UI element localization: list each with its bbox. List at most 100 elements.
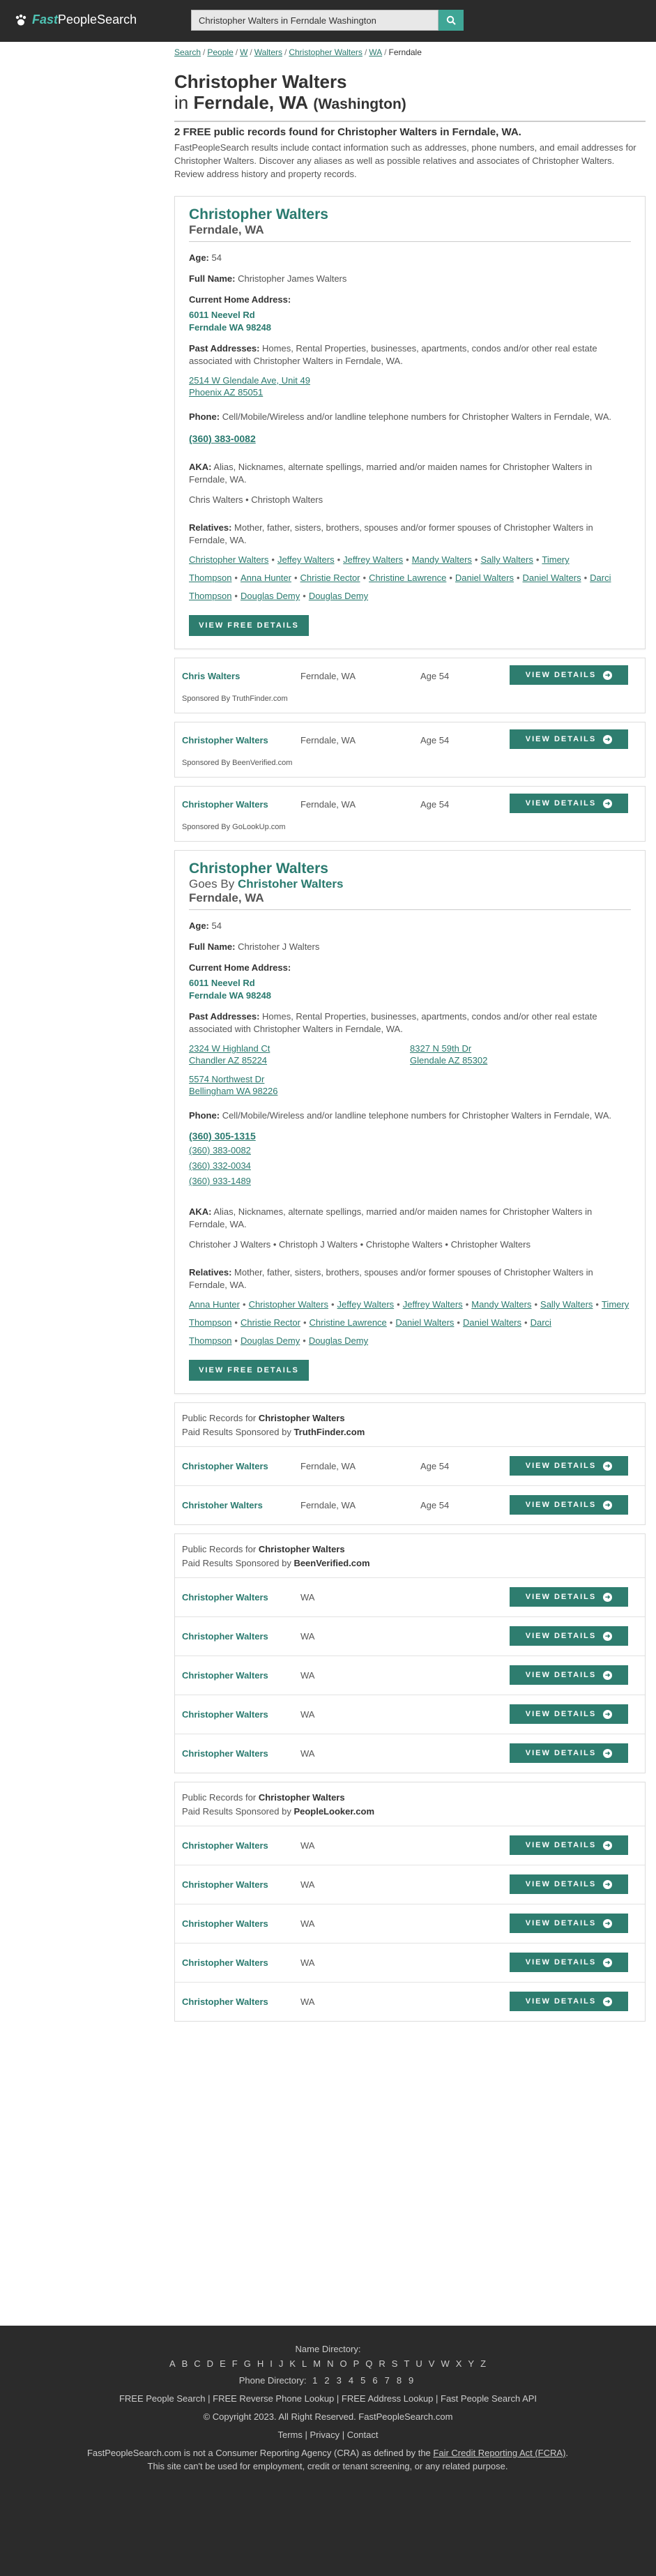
current-address-link[interactable]: 6011 Neevel Rd Ferndale WA 98248	[189, 309, 631, 334]
letter-link[interactable]: P	[353, 2358, 360, 2369]
view-details-button[interactable]: VIEW DETAILS ➜	[510, 1626, 628, 1646]
person-name-link[interactable]: Christopher Walters	[189, 861, 631, 877]
letter-link[interactable]: L	[302, 2358, 307, 2369]
phone-link[interactable]: (360) 383-0082	[189, 433, 631, 444]
current-address-link[interactable]: 6011 Neevel Rd Ferndale WA 98248	[189, 977, 631, 1002]
relative-link[interactable]: Douglas Demy	[309, 591, 368, 601]
letter-link[interactable]: F	[232, 2358, 238, 2369]
digit-link[interactable]: 8	[397, 2375, 402, 2386]
result-name-link[interactable]: Christopher Walters	[182, 1840, 268, 1851]
digit-link[interactable]: 4	[349, 2375, 353, 2386]
letter-link[interactable]: K	[289, 2358, 296, 2369]
view-details-button[interactable]: VIEW DETAILS ➜	[510, 1495, 628, 1515]
phone-link[interactable]: (360) 933-1489	[189, 1176, 631, 1186]
digit-link[interactable]: 2	[324, 2375, 329, 2386]
phone-link[interactable]: (360) 383-0082	[189, 1145, 631, 1156]
letter-link[interactable]: R	[379, 2358, 386, 2369]
relative-link[interactable]: Daniel Walters	[463, 1317, 521, 1328]
view-details-button[interactable]: VIEW DETAILS ➜	[510, 729, 628, 749]
relative-link[interactable]: Douglas Demy	[241, 1335, 300, 1346]
digit-link[interactable]: 6	[372, 2375, 377, 2386]
view-details-button[interactable]: VIEW DETAILS ➜	[510, 794, 628, 813]
letter-link[interactable]: J	[279, 2358, 284, 2369]
result-name-link[interactable]: Christopher Walters	[182, 1461, 268, 1471]
letter-link[interactable]: G	[244, 2358, 252, 2369]
footer-links[interactable]: FREE People Search | FREE Reverse Phone …	[0, 2392, 656, 2405]
result-name-link[interactable]: Christopher Walters	[182, 1879, 268, 1890]
digit-link[interactable]: 7	[385, 2375, 390, 2386]
relative-link[interactable]: Mandy Walters	[412, 554, 472, 565]
letter-link[interactable]: B	[182, 2358, 189, 2369]
relative-link[interactable]: Douglas Demy	[309, 1335, 368, 1346]
past-address-link[interactable]: 2514 W Glendale Ave, Unit 49 Phoenix AZ 8…	[189, 374, 631, 398]
result-name-link[interactable]: Christopher Walters	[182, 1748, 268, 1759]
breadcrumb-item[interactable]: People	[207, 47, 233, 57]
letter-link[interactable]: E	[220, 2358, 227, 2369]
relative-link[interactable]: Christine Lawrence	[310, 1317, 387, 1328]
relative-link[interactable]: Jeffrey Walters	[403, 1299, 463, 1310]
search-button[interactable]	[438, 10, 464, 31]
relative-link[interactable]: Jeffrey Walters	[343, 554, 403, 565]
result-name-link[interactable]: Christopher Walters	[182, 1957, 268, 1968]
sponsored-name-link[interactable]: Christopher Walters	[182, 799, 268, 810]
relative-link[interactable]: Jeffey Walters	[337, 1299, 395, 1310]
view-details-button[interactable]: VIEW DETAILS ➜	[510, 1456, 628, 1476]
digit-link[interactable]: 9	[409, 2375, 413, 2386]
letter-link[interactable]: V	[429, 2358, 436, 2369]
letter-link[interactable]: W	[441, 2358, 450, 2369]
result-name-link[interactable]: Christopher Walters	[182, 1631, 268, 1642]
relative-link[interactable]: Mandy Walters	[471, 1299, 531, 1310]
breadcrumb-item[interactable]: Search	[174, 47, 201, 57]
letter-link[interactable]: T	[404, 2358, 410, 2369]
fcra-link[interactable]: Fair Credit Reporting Act (FCRA)	[433, 2448, 565, 2458]
breadcrumb-item[interactable]: W	[240, 47, 247, 57]
relative-link[interactable]: Christie Rector	[300, 573, 360, 583]
digit-link[interactable]: 5	[360, 2375, 365, 2386]
sponsored-name-link[interactable]: Chris Walters	[182, 671, 240, 681]
view-details-button[interactable]: VIEW DETAILS ➜	[510, 1704, 628, 1724]
relative-link[interactable]: Anna Hunter	[241, 573, 291, 583]
result-name-link[interactable]: Christoher Walters	[182, 1500, 263, 1510]
letter-link[interactable]: X	[456, 2358, 463, 2369]
relative-link[interactable]: Sally Walters	[540, 1299, 593, 1310]
view-details-button[interactable]: VIEW DETAILS ➜	[510, 1665, 628, 1685]
person-name-link[interactable]: Christopher Walters	[189, 206, 631, 223]
past-address-link[interactable]: 8327 N 59th Dr Glendale AZ 85302	[410, 1043, 631, 1066]
breadcrumb-item[interactable]: WA	[369, 47, 382, 57]
letter-link[interactable]: A	[169, 2358, 176, 2369]
result-name-link[interactable]: Christopher Walters	[182, 1918, 268, 1929]
result-name-link[interactable]: Christopher Walters	[182, 1592, 268, 1603]
view-details-button[interactable]: VIEW DETAILS ➜	[510, 1835, 628, 1855]
letter-link[interactable]: M	[313, 2358, 321, 2369]
relative-link[interactable]: Daniel Walters	[455, 573, 514, 583]
breadcrumb-item[interactable]: Christopher Walters	[289, 47, 363, 57]
relative-link[interactable]: Christine Lawrence	[369, 573, 446, 583]
digit-link[interactable]: 3	[337, 2375, 342, 2386]
letter-link[interactable]: I	[270, 2358, 273, 2369]
view-details-button[interactable]: VIEW DETAILS ➜	[510, 1992, 628, 2011]
view-details-button[interactable]: VIEW DETAILS ➜	[510, 1914, 628, 1933]
phone-link[interactable]: (360) 332-0034	[189, 1160, 631, 1171]
view-details-button[interactable]: VIEW DETAILS ➜	[510, 1587, 628, 1607]
relative-link[interactable]: Anna Hunter	[189, 1299, 240, 1310]
view-details-button[interactable]: VIEW DETAILS ➜	[510, 1953, 628, 1972]
legal-links[interactable]: Terms | Privacy | Contact	[0, 2428, 656, 2441]
relative-link[interactable]: Christie Rector	[241, 1317, 300, 1328]
letter-link[interactable]: D	[207, 2358, 214, 2369]
letter-link[interactable]: Q	[365, 2358, 373, 2369]
view-details-button[interactable]: VIEW DETAILS ➜	[510, 665, 628, 685]
view-free-details-button[interactable]: VIEW FREE DETAILS	[189, 615, 309, 636]
letter-link[interactable]: U	[415, 2358, 422, 2369]
digit-link[interactable]: 1	[312, 2375, 317, 2386]
view-details-button[interactable]: VIEW DETAILS ➜	[510, 1874, 628, 1894]
letter-link[interactable]: Y	[468, 2358, 475, 2369]
site-logo[interactable]: Fast PeopleSearch	[14, 13, 137, 27]
past-address-link[interactable]: 2324 W Highland Ct Chandler AZ 85224	[189, 1043, 410, 1066]
view-free-details-button[interactable]: VIEW FREE DETAILS	[189, 1360, 309, 1381]
search-input[interactable]: Christopher Walters in Ferndale Washingt…	[191, 10, 438, 31]
letter-link[interactable]: Z	[480, 2358, 487, 2369]
result-name-link[interactable]: Christopher Walters	[182, 1709, 268, 1720]
result-name-link[interactable]: Christopher Walters	[182, 1670, 268, 1681]
view-details-button[interactable]: VIEW DETAILS ➜	[510, 1743, 628, 1763]
letter-link[interactable]: S	[392, 2358, 399, 2369]
